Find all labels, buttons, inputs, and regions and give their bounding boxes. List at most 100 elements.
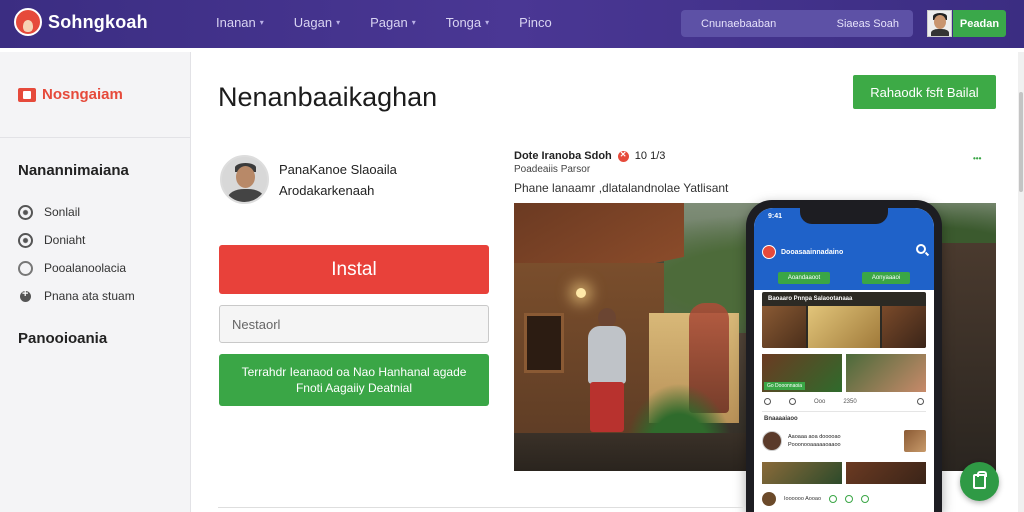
nav-item-uagan[interactable]: Uagan ▾ bbox=[294, 15, 340, 30]
phone-comments-title: Bnaaaaiaoo bbox=[764, 416, 798, 422]
phone-time: 9:41 bbox=[768, 213, 783, 220]
profile-card: PanaKanoe Slaoaila Arodakarkenaah bbox=[220, 155, 397, 204]
phone-thumbnail[interactable] bbox=[846, 354, 926, 392]
circle-icon bbox=[18, 260, 33, 276]
nav-item-inanan[interactable]: Inanan ▾ bbox=[216, 15, 264, 30]
sidebar-brand-name: Nosngaiam bbox=[42, 86, 123, 103]
sidebar: Nosngaiam Nanannimaiana Sonlail Doniaht … bbox=[0, 52, 191, 512]
post-timestamp: 10 1/3 bbox=[634, 150, 666, 162]
phone-banner-title: Baoaaro Pnnpa Salaootanaaa bbox=[768, 296, 853, 302]
nav-label: Uagan bbox=[293, 15, 333, 30]
chevron-down-icon: ▾ bbox=[259, 18, 264, 27]
sidebar-item-pnana[interactable]: Pnana ata stuam bbox=[18, 282, 135, 310]
green-button-line2: Fnoti Aagaiiy Deatnial bbox=[295, 381, 413, 395]
search-action[interactable]: Siaeas Soah bbox=[837, 18, 899, 30]
install-button[interactable]: Instal bbox=[219, 245, 489, 294]
sidebar-item-label: Doniaht bbox=[44, 233, 86, 247]
brand-name: Sohngkoah bbox=[48, 11, 148, 32]
header-action-button[interactable]: Rahaodk fsft Bailal bbox=[853, 75, 996, 109]
sidebar-section-title: Nanannimaiana bbox=[18, 162, 129, 179]
main-nav: Inanan ▾ Uagan ▾ Pagan ▾ Tonga ▾ Pinco bbox=[216, 15, 552, 30]
phone-meta-count: 2350 bbox=[843, 398, 857, 405]
phone-app-name: Dooasaainnadaino bbox=[781, 248, 844, 256]
brand[interactable]: Sohngkoah bbox=[14, 8, 148, 36]
share-icon[interactable] bbox=[917, 398, 924, 405]
comment-avatar bbox=[762, 431, 782, 451]
user-avatar[interactable] bbox=[927, 10, 952, 37]
phone-post-meta: Ooo 2350 bbox=[764, 398, 924, 405]
comment-icon[interactable] bbox=[764, 398, 771, 405]
search-input[interactable]: Cnunaebaaban Siaeas Soah bbox=[681, 10, 913, 37]
nav-item-pagan[interactable]: Pagan ▾ bbox=[370, 15, 416, 30]
chevron-down-icon: ▾ bbox=[485, 18, 490, 27]
phone-mockup: 9:41 Dooasaainnadaino Aoandaaoot Aonyaaa… bbox=[746, 200, 942, 512]
sidebar-brand[interactable]: Nosngaiam bbox=[0, 52, 190, 138]
share-icon[interactable] bbox=[861, 495, 870, 503]
phone-tabs: Aoandaaoot Aonyaaaoi bbox=[754, 266, 934, 290]
settings-dot-icon bbox=[18, 204, 33, 220]
brand-mark-icon bbox=[18, 87, 36, 102]
divider bbox=[218, 507, 743, 508]
nav-item-tonga[interactable]: Tonga ▾ bbox=[446, 15, 489, 30]
reaction-icon[interactable] bbox=[829, 495, 838, 503]
phone-app-logo-icon bbox=[762, 245, 776, 259]
chevron-down-icon: ▾ bbox=[336, 18, 341, 27]
nav-label: Pagan bbox=[370, 15, 408, 30]
profile-subtitle: Arodakarkenaah bbox=[279, 182, 375, 198]
phone-tab-2[interactable]: Aonyaaaoi bbox=[861, 272, 911, 284]
green-button-line1: Terrahdr Ieanaod oa Nao Hanhanal agade bbox=[241, 365, 467, 379]
like-icon[interactable] bbox=[789, 398, 796, 405]
phone-app-header: Dooasaainnadaino bbox=[754, 238, 934, 266]
post-author[interactable]: Dote Iranoba Sdoh bbox=[514, 150, 612, 162]
scrollbar-thumb[interactable] bbox=[1019, 92, 1023, 192]
phone-thumbnail[interactable] bbox=[846, 462, 926, 484]
phone-screen: 9:41 Dooasaainnadaino Aoandaaoot Aonyaaa… bbox=[754, 208, 934, 512]
search-icon[interactable] bbox=[916, 244, 926, 254]
phone-thumbnail[interactable] bbox=[762, 462, 842, 484]
phone-banner[interactable]: Baoaaro Pnnpa Salaootanaaa bbox=[762, 292, 926, 348]
post-subtitle: Poadeaiis Parsor bbox=[514, 164, 591, 175]
floating-action-button[interactable] bbox=[960, 462, 999, 501]
user-button[interactable]: Peadan bbox=[953, 10, 1006, 37]
avatar bbox=[762, 492, 776, 506]
text-input[interactable] bbox=[219, 305, 489, 343]
sidebar-item-label: Pnana ata stuam bbox=[44, 289, 135, 303]
phone-notch bbox=[800, 208, 888, 224]
top-navigation-bar: Sohngkoah Inanan ▾ Uagan ▾ Pagan ▾ Tonga ▾ P… bbox=[0, 0, 1024, 48]
verified-icon bbox=[617, 150, 629, 162]
phone-tab-1[interactable]: Aoandaaoot bbox=[777, 272, 831, 284]
page-title: Nenanbaaikaghan bbox=[218, 82, 438, 112]
post-caption: Phane lanaamr ,dlatalandnolae Yatlisant bbox=[514, 181, 729, 195]
phone-bottom-row: Ioooooo Aooao bbox=[762, 488, 926, 510]
sidebar-menu: Sonlail Doniaht Pooalanoolacia Pnana ata… bbox=[18, 198, 135, 310]
search-placeholder: Cnunaebaaban bbox=[701, 17, 777, 30]
profile-avatar[interactable] bbox=[220, 155, 269, 204]
post-header: Dote Iranoba Sdoh 10 1/3 Poadeaiis Parso… bbox=[514, 150, 729, 196]
sidebar-section-title-2[interactable]: Panooioania bbox=[18, 330, 107, 347]
post-menu-icon[interactable]: ••• bbox=[973, 154, 981, 163]
nav-label: Tonga bbox=[445, 15, 482, 30]
phone-thumbnail-label: Go Dooonnaoia bbox=[764, 382, 806, 390]
phone-bottom-text: Ioooooo Aooao bbox=[784, 496, 822, 502]
brand-logo-icon bbox=[14, 8, 42, 36]
phone-comment[interactable]: Aaoaaa aoa dooooao Pooonooaaaaaoaaoo bbox=[762, 426, 926, 456]
phone-meta-label: Ooo bbox=[814, 398, 826, 405]
sidebar-item-sonlail[interactable]: Sonlail bbox=[18, 198, 135, 226]
divider bbox=[762, 411, 926, 412]
profile-name: PanaKanoe Slaoaila bbox=[279, 161, 397, 177]
comment-author: Aaoaaa aoa dooooao bbox=[788, 434, 841, 440]
comment-icon[interactable] bbox=[845, 495, 854, 503]
scrollbar[interactable] bbox=[1018, 52, 1024, 512]
comment-body: Pooonooaaaaaoaaoo bbox=[788, 442, 841, 448]
clipboard-icon bbox=[973, 471, 987, 489]
sidebar-item-label: Pooalanoolacia bbox=[44, 261, 127, 275]
post-author-row: Dote Iranoba Sdoh 10 1/3 bbox=[514, 150, 728, 163]
chevron-down-icon: ▾ bbox=[411, 18, 416, 27]
green-action-button[interactable]: Terrahdr Ieanaod oa Nao Hanhanal agade F… bbox=[219, 354, 489, 406]
sidebar-item-doniaht[interactable]: Doniaht bbox=[18, 226, 135, 254]
sidebar-item-pooalanoolacia[interactable]: Pooalanoolacia bbox=[18, 254, 135, 282]
nav-item-pinco[interactable]: Pinco bbox=[519, 15, 552, 30]
nav-label: Inanan bbox=[216, 15, 256, 30]
comment-thumbnail bbox=[904, 430, 926, 452]
comment-text: Aaoaaa aoa dooooao Pooonooaaaaaoaaoo bbox=[788, 433, 841, 449]
